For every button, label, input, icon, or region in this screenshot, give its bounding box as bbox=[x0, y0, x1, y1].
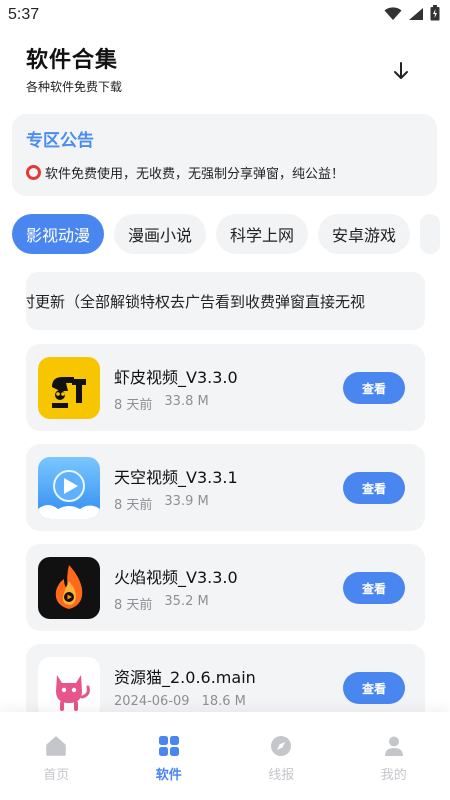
sky-play-app-icon bbox=[38, 457, 100, 519]
header: 软件合集 各种软件免费下载 bbox=[26, 42, 426, 94]
page-subtitle: 各种软件免费下载 bbox=[26, 80, 123, 94]
nav-news-label: 线报 bbox=[268, 768, 295, 783]
battery-icon bbox=[430, 5, 440, 25]
tab-vpn[interactable]: 科学上网 bbox=[216, 214, 309, 254]
scrolling-announcement: 时更新（全部解锁特权去广告看到收费弹窗直接无视 bbox=[26, 272, 425, 330]
flame-app-icon bbox=[38, 557, 100, 619]
view-button[interactable]: 查看 bbox=[343, 372, 405, 404]
app-card[interactable]: 虾皮视频_V3.3.0 8 天前 33.8 M 查看 bbox=[26, 344, 425, 431]
app-size: 33.9 M bbox=[164, 494, 209, 509]
grid-icon bbox=[157, 734, 181, 758]
app-size: 18.6 M bbox=[201, 694, 246, 709]
app-name: 火焰视频_V3.3.0 bbox=[114, 568, 238, 587]
app-meta: 8 天前 35.2 M bbox=[114, 594, 209, 613]
home-icon bbox=[44, 734, 68, 758]
wifi-icon bbox=[384, 6, 402, 25]
shrimp-app-icon bbox=[38, 357, 100, 419]
bottom-nav: 首页 软件 线报 我的 bbox=[0, 712, 450, 800]
nav-home[interactable]: 首页 bbox=[16, 734, 96, 800]
marquee-text: 时更新（全部解锁特权去广告看到收费弹窗直接无视 bbox=[26, 292, 366, 311]
category-tabs: 影视动漫 漫画小说 科学上网 安卓游戏 bbox=[12, 214, 450, 254]
app-list: 虾皮视频_V3.3.0 8 天前 33.8 M 查看 天空视频_V3.3.1 8… bbox=[26, 344, 425, 744]
nav-home-label: 首页 bbox=[43, 768, 70, 783]
app-size: 35.2 M bbox=[164, 594, 209, 609]
status-time: 5:37 bbox=[8, 6, 40, 23]
page-title: 软件合集 bbox=[26, 48, 119, 73]
app-size: 33.8 M bbox=[164, 394, 209, 409]
notice-body: 软件免费使用，无收费，无强制分享弹窗，纯公益！ bbox=[26, 163, 423, 182]
tab-android-games[interactable]: 安卓游戏 bbox=[318, 214, 411, 254]
status-icons bbox=[384, 5, 440, 25]
app-date: 8 天前 bbox=[114, 498, 153, 513]
app-name: 天空视频_V3.3.1 bbox=[114, 468, 238, 487]
arrow-down-icon bbox=[394, 62, 408, 79]
person-icon bbox=[382, 734, 406, 758]
app-meta: 8 天前 33.9 M bbox=[114, 494, 209, 513]
app-card[interactable]: 火焰视频_V3.3.0 8 天前 35.2 M 查看 bbox=[26, 544, 425, 631]
red-circle-icon bbox=[26, 165, 41, 180]
view-button[interactable]: 查看 bbox=[343, 672, 405, 704]
app-date: 8 天前 bbox=[114, 598, 153, 613]
compass-icon bbox=[269, 734, 293, 758]
nav-software-label: 软件 bbox=[155, 768, 182, 783]
nav-mine-label: 我的 bbox=[380, 768, 407, 783]
tab-overflow[interactable] bbox=[420, 214, 441, 254]
notice-text: 软件免费使用，无收费，无强制分享弹窗，纯公益！ bbox=[45, 167, 345, 182]
notice-title: 专区公告 bbox=[26, 131, 94, 151]
app-meta: 8 天前 33.8 M bbox=[114, 394, 209, 413]
download-button[interactable] bbox=[390, 60, 412, 82]
nav-mine[interactable]: 我的 bbox=[354, 734, 434, 800]
view-button[interactable]: 查看 bbox=[343, 572, 405, 604]
app-meta: 2024-06-09 18.6 M bbox=[114, 694, 246, 709]
cat-app-icon bbox=[38, 657, 100, 719]
notice-card: 专区公告 软件免费使用，无收费，无强制分享弹窗，纯公益！ bbox=[12, 114, 437, 196]
app-date: 8 天前 bbox=[114, 398, 153, 413]
app-date: 2024-06-09 bbox=[114, 694, 190, 709]
nav-news[interactable]: 线报 bbox=[241, 734, 321, 800]
signal-icon bbox=[408, 6, 424, 25]
status-bar: 5:37 bbox=[0, 0, 450, 30]
tab-movies-anime[interactable]: 影视动漫 bbox=[12, 214, 105, 254]
tab-comics-novels[interactable]: 漫画小说 bbox=[114, 214, 207, 254]
app-name: 虾皮视频_V3.3.0 bbox=[114, 368, 238, 387]
app-card[interactable]: 天空视频_V3.3.1 8 天前 33.9 M 查看 bbox=[26, 444, 425, 531]
nav-software[interactable]: 软件 bbox=[129, 734, 209, 800]
app-name: 资源猫_2.0.6.main bbox=[114, 668, 256, 687]
view-button[interactable]: 查看 bbox=[343, 472, 405, 504]
